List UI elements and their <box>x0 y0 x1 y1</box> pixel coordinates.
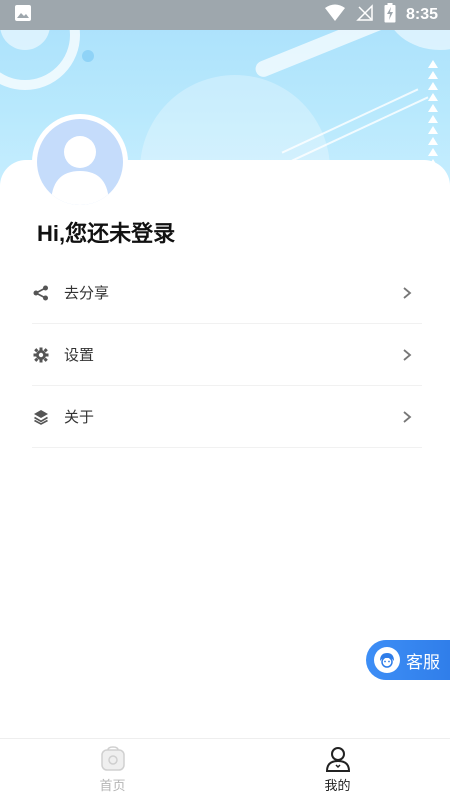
tab-mine[interactable]: 我的 <box>225 739 450 800</box>
chevron-right-icon <box>400 348 414 362</box>
customer-service-label: 客服 <box>406 652 440 672</box>
menu-item-label: 设置 <box>64 347 95 364</box>
user-icon <box>324 745 352 773</box>
decor-arrows <box>428 60 440 167</box>
tab-home[interactable]: 首页 <box>0 739 225 800</box>
customer-service-button[interactable]: 客服 <box>366 640 450 680</box>
gear-icon <box>32 346 50 364</box>
decor-dot <box>82 50 94 62</box>
chevron-right-icon <box>400 286 414 300</box>
tab-label: 首页 <box>99 778 126 793</box>
tab-label: 我的 <box>324 778 351 793</box>
chevron-right-icon <box>400 410 414 424</box>
share-icon <box>32 284 50 302</box>
bottom-tab-bar: 首页 我的 <box>0 738 450 800</box>
customer-service-icon <box>374 647 400 673</box>
menu-list: 去分享 设置 关于 <box>32 262 422 448</box>
status-bar: 8:35 <box>0 0 450 30</box>
menu-item-label: 关于 <box>64 409 95 426</box>
menu-item-label: 去分享 <box>64 285 110 302</box>
layers-icon <box>32 408 50 426</box>
menu-item-settings[interactable]: 设置 <box>32 324 422 386</box>
avatar-image <box>37 119 123 205</box>
wifi-icon <box>324 4 346 26</box>
menu-item-about[interactable]: 关于 <box>32 386 422 448</box>
status-time: 8:35 <box>405 6 438 23</box>
home-icon <box>99 745 127 773</box>
menu-item-share[interactable]: 去分享 <box>32 262 422 324</box>
battery-charging-icon <box>384 3 396 27</box>
image-icon <box>14 4 32 26</box>
no-signal-icon <box>356 4 374 26</box>
avatar[interactable] <box>32 114 128 210</box>
login-greeting[interactable]: Hi,您还未登录 <box>37 216 175 248</box>
